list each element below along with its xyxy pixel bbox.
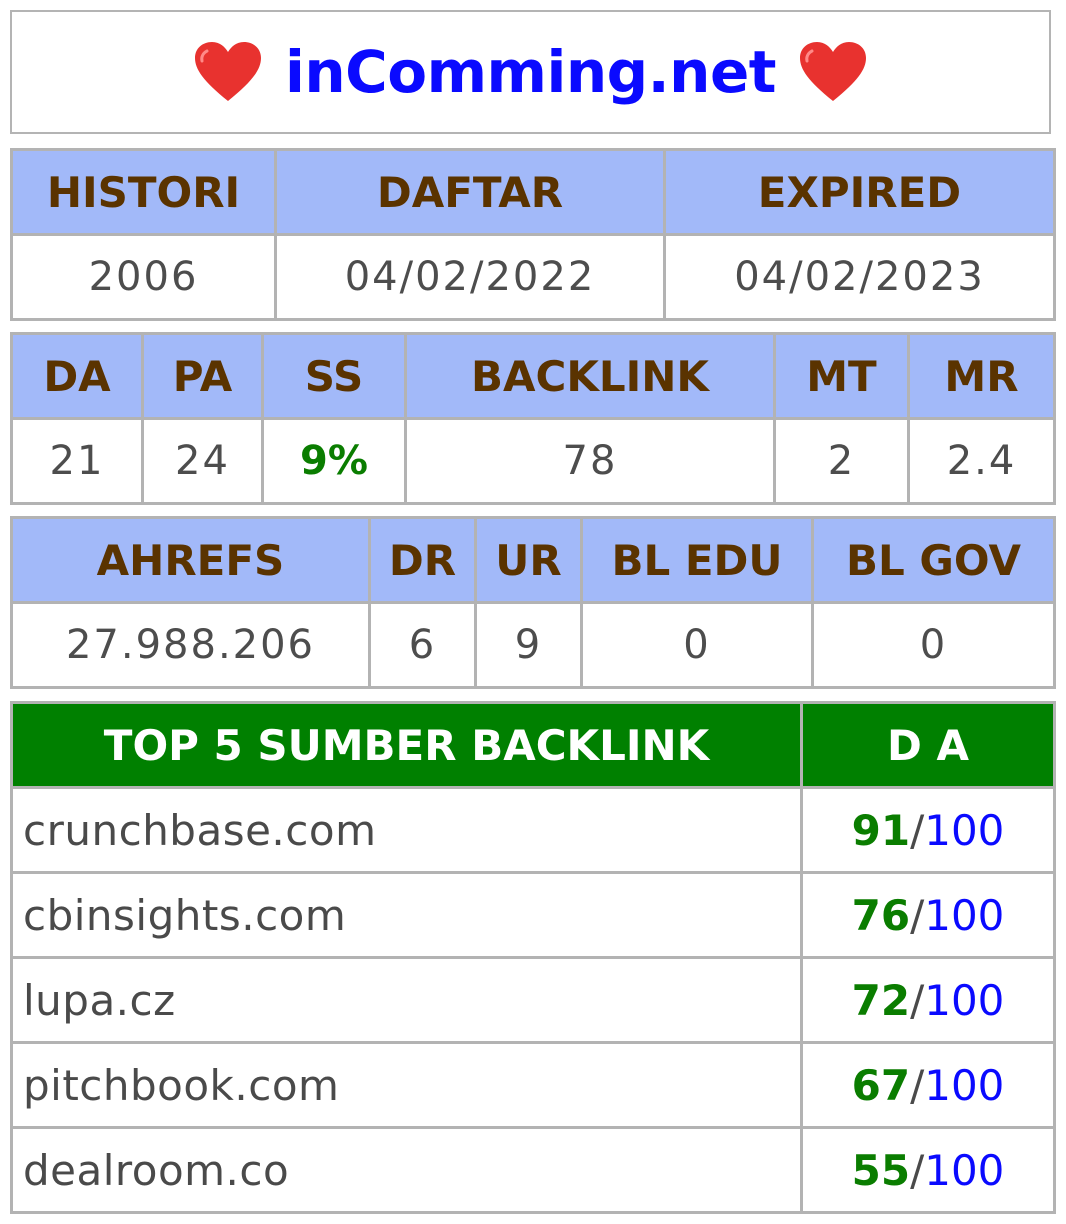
table-row: dealroom.co 55/100 bbox=[10, 1126, 1056, 1214]
table-row: crunchbase.com 91/100 bbox=[10, 786, 1056, 874]
table-row: cbinsights.com 76/100 bbox=[10, 871, 1056, 959]
da-max: 100 bbox=[924, 1060, 1005, 1110]
value-daftar: 04/02/2022 bbox=[274, 233, 666, 321]
backlink-source: cbinsights.com bbox=[10, 871, 803, 959]
da-max: 100 bbox=[924, 805, 1005, 855]
moz-metrics-table: DA PA SS BACKLINK MT MR 21 24 9% 78 2 2.… bbox=[10, 332, 1056, 505]
header-pa: PA bbox=[141, 332, 264, 420]
value-bl-gov: 0 bbox=[811, 601, 1056, 689]
backlink-da: 72/100 bbox=[800, 956, 1056, 1044]
header-daftar: DAFTAR bbox=[274, 148, 666, 236]
value-ss: 9% bbox=[261, 417, 407, 505]
header-histori: HISTORI bbox=[10, 148, 277, 236]
backlink-da: 91/100 bbox=[800, 786, 1056, 874]
da-score: 76 bbox=[851, 890, 911, 940]
header-ahrefs: AHREFS bbox=[10, 516, 371, 604]
table-row: lupa.cz 72/100 bbox=[10, 956, 1056, 1044]
da-separator: / bbox=[910, 890, 925, 940]
da-score: 91 bbox=[851, 805, 911, 855]
value-bl-edu: 0 bbox=[580, 601, 814, 689]
value-pa: 24 bbox=[141, 417, 264, 505]
value-expired: 04/02/2023 bbox=[663, 233, 1056, 321]
value-ur: 9 bbox=[474, 601, 583, 689]
da-score: 55 bbox=[851, 1145, 911, 1195]
header-top-sources: TOP 5 SUMBER BACKLINK bbox=[10, 701, 803, 789]
header-bl-gov: BL GOV bbox=[811, 516, 1056, 604]
da-separator: / bbox=[910, 1060, 925, 1110]
backlink-da: 76/100 bbox=[800, 871, 1056, 959]
da-max: 100 bbox=[924, 1145, 1005, 1195]
ahrefs-metrics-table: AHREFS DR UR BL EDU BL GOV 27.988.206 6 … bbox=[10, 516, 1056, 689]
value-histori: 2006 bbox=[10, 233, 277, 321]
header-ur: UR bbox=[474, 516, 583, 604]
da-separator: / bbox=[910, 975, 925, 1025]
value-mr: 2.4 bbox=[907, 417, 1056, 505]
header-dr: DR bbox=[368, 516, 477, 604]
value-backlink: 78 bbox=[404, 417, 776, 505]
da-separator: / bbox=[910, 805, 925, 855]
value-ahrefs: 27.988.206 bbox=[10, 601, 371, 689]
header-bl-edu: BL EDU bbox=[580, 516, 814, 604]
header-ss: SS bbox=[261, 332, 407, 420]
da-max: 100 bbox=[924, 975, 1005, 1025]
header-expired: EXPIRED bbox=[663, 148, 1056, 236]
da-score: 72 bbox=[851, 975, 911, 1025]
da-max: 100 bbox=[924, 890, 1005, 940]
value-da: 21 bbox=[10, 417, 144, 505]
header-da: DA bbox=[10, 332, 144, 420]
site-title-box: inComming.net bbox=[10, 10, 1051, 134]
backlink-source: crunchbase.com bbox=[10, 786, 803, 874]
header-mr: MR bbox=[907, 332, 1056, 420]
backlink-source: pitchbook.com bbox=[10, 1041, 803, 1129]
heart-icon bbox=[800, 42, 867, 101]
table-row: pitchbook.com 67/100 bbox=[10, 1041, 1056, 1129]
backlink-da: 55/100 bbox=[800, 1126, 1056, 1214]
backlink-da: 67/100 bbox=[800, 1041, 1056, 1129]
value-dr: 6 bbox=[368, 601, 477, 689]
domain-dates-table: HISTORI DAFTAR EXPIRED 2006 04/02/2022 0… bbox=[10, 148, 1056, 321]
heart-icon bbox=[194, 42, 261, 101]
backlink-source: lupa.cz bbox=[10, 956, 803, 1044]
top-backlinks-table: TOP 5 SUMBER BACKLINK D A crunchbase.com… bbox=[10, 701, 1056, 1214]
da-separator: / bbox=[910, 1145, 925, 1195]
da-score: 67 bbox=[851, 1060, 911, 1110]
header-backlink: BACKLINK bbox=[404, 332, 776, 420]
header-mt: MT bbox=[773, 332, 910, 420]
value-mt: 2 bbox=[773, 417, 910, 505]
header-da-score: D A bbox=[800, 701, 1056, 789]
backlink-source: dealroom.co bbox=[10, 1126, 803, 1214]
site-title: inComming.net bbox=[284, 38, 777, 106]
